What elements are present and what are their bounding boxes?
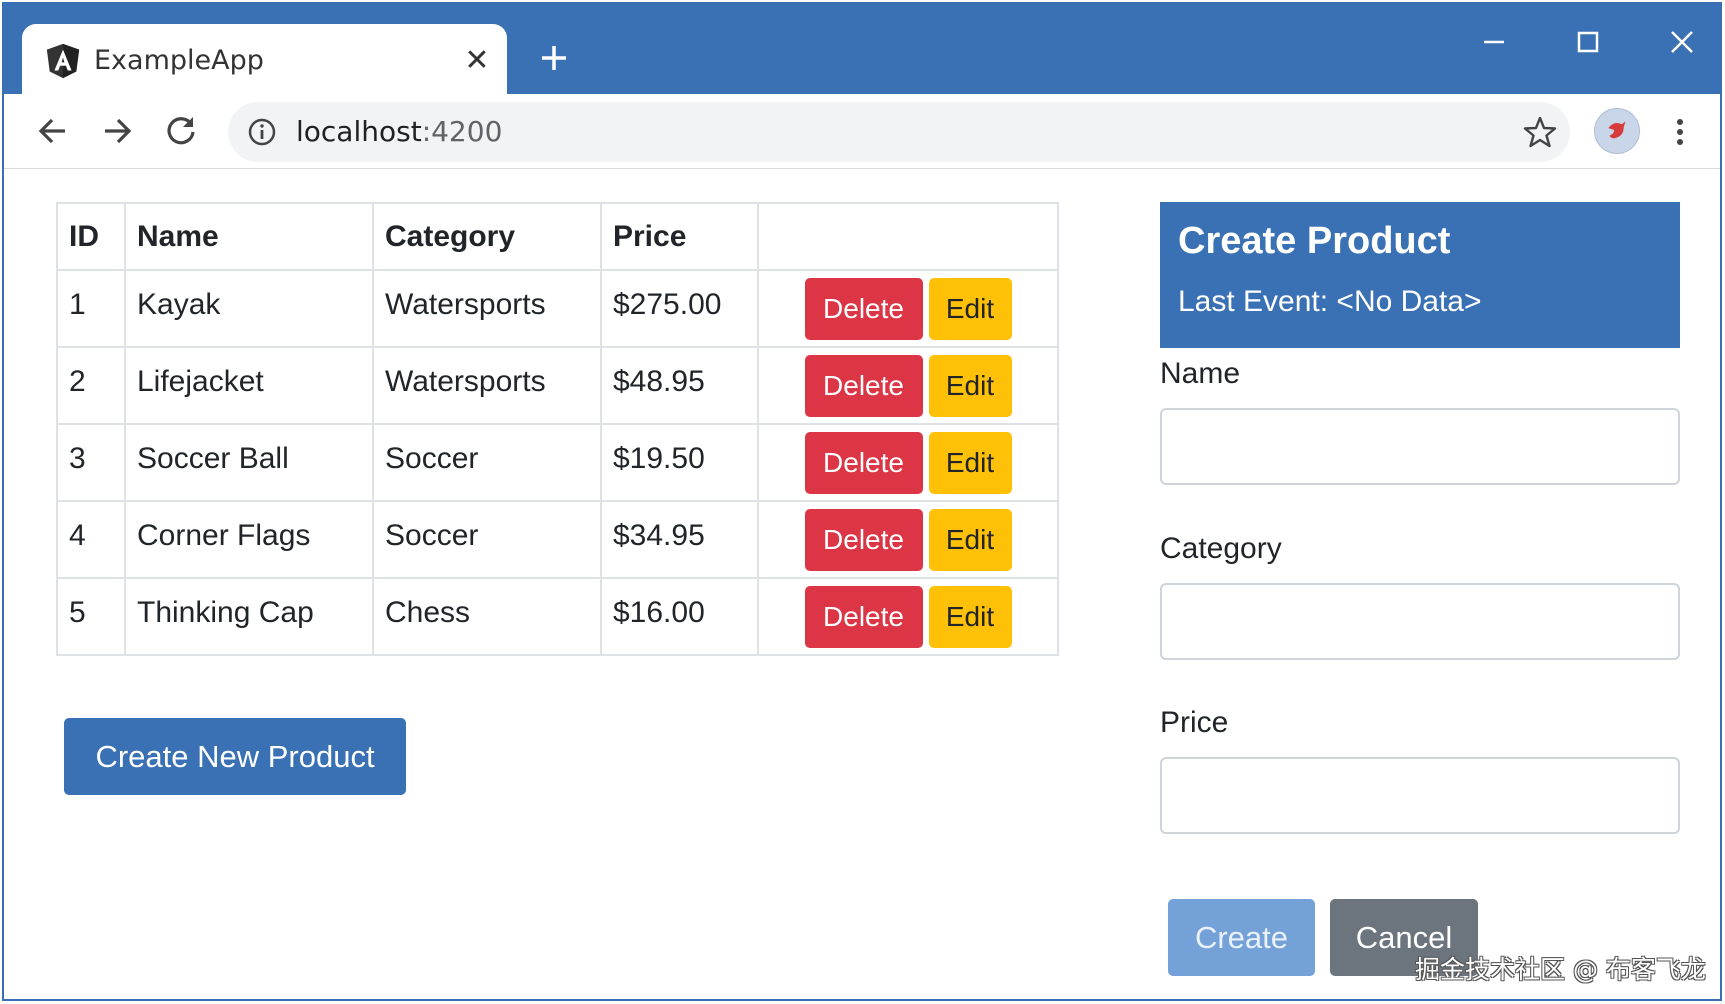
cell-actions: Delete Edit <box>757 500 1059 579</box>
cell-price: $19.50 <box>600 423 759 502</box>
kebab-menu-icon[interactable] <box>1668 112 1692 152</box>
edit-button[interactable]: Edit <box>928 431 1012 494</box>
edit-button[interactable]: Edit <box>928 508 1012 571</box>
delete-button[interactable]: Delete <box>804 585 923 648</box>
table-row: 2 Lifejacket Watersports $48.95 Delete Ed… <box>56 346 1059 425</box>
create-button[interactable]: Create <box>1168 899 1315 976</box>
cell-category: Watersports <box>372 269 602 348</box>
maximize-icon[interactable] <box>1558 22 1618 62</box>
minimize-icon[interactable] <box>1464 22 1524 62</box>
header-category: Category <box>372 202 602 271</box>
back-arrow-icon[interactable] <box>32 110 74 152</box>
address-bar[interactable]: localhost:4200 <box>228 102 1570 162</box>
header-price: Price <box>600 202 759 271</box>
cell-price: $34.95 <box>600 500 759 579</box>
browser-tab[interactable]: ExampleApp ✕ <box>22 24 507 96</box>
category-field[interactable] <box>1160 583 1680 660</box>
close-icon[interactable] <box>1652 22 1712 62</box>
create-new-product-button[interactable]: Create New Product <box>64 718 406 795</box>
create-product-panel: Create Product Last Event: <No Data> Nam… <box>1160 202 1680 976</box>
products-table: ID Name Category Price 1 Kayak Waterspor… <box>56 202 1059 656</box>
plus-icon[interactable] <box>534 38 574 78</box>
angular-icon <box>46 43 80 79</box>
panel-header: Create Product Last Event: <No Data> <box>1160 202 1680 348</box>
table-row: 3 Soccer Ball Soccer $19.50 Delete Edit <box>56 423 1059 502</box>
edit-button[interactable]: Edit <box>928 354 1012 417</box>
cell-name: Thinking Cap <box>124 577 374 656</box>
profile-avatar-icon[interactable] <box>1594 108 1640 154</box>
price-field[interactable] <box>1160 757 1680 834</box>
cell-category: Chess <box>372 577 602 656</box>
url-host: localhost <box>296 115 422 148</box>
page-content: ID Name Category Price 1 Kayak Waterspor… <box>4 169 1720 999</box>
last-event-text: Last Event: <No Data> <box>1178 285 1482 318</box>
header-name: Name <box>124 202 374 271</box>
table-row: 1 Kayak Watersports $275.00 Delete Edit <box>56 269 1059 348</box>
cell-category: Soccer <box>372 500 602 579</box>
cell-category: Soccer <box>372 423 602 502</box>
table-header-row: ID Name Category Price <box>56 202 1059 271</box>
cell-actions: Delete Edit <box>757 423 1059 502</box>
bird-icon <box>1608 121 1626 139</box>
cell-name: Lifejacket <box>124 346 374 425</box>
delete-button[interactable]: Delete <box>804 277 923 340</box>
browser-titlebar: ExampleApp ✕ <box>4 4 1720 96</box>
browser-toolbar: localhost:4200 <box>4 94 1720 169</box>
cell-price: $16.00 <box>600 577 759 656</box>
browser-window: ExampleApp ✕ localhost:4200 ID Name Cate… <box>2 2 1722 1001</box>
cell-id: 5 <box>56 577 126 656</box>
name-label: Name <box>1160 357 1241 390</box>
star-icon[interactable] <box>1522 114 1558 150</box>
category-label: Category <box>1160 532 1282 565</box>
delete-button[interactable]: Delete <box>804 431 923 494</box>
cell-name: Corner Flags <box>124 500 374 579</box>
info-icon[interactable] <box>246 116 278 148</box>
panel-title: Create Product <box>1178 220 1451 262</box>
cell-actions: Delete Edit <box>757 346 1059 425</box>
reload-icon[interactable] <box>160 110 202 152</box>
cell-id: 3 <box>56 423 126 502</box>
forward-arrow-icon[interactable] <box>96 110 138 152</box>
header-id: ID <box>56 202 126 271</box>
cell-actions: Delete Edit <box>757 577 1059 656</box>
cell-id: 4 <box>56 500 126 579</box>
header-actions <box>757 202 1059 271</box>
watermark: 掘金技术社区 @ 布客飞龙 <box>1415 955 1706 984</box>
edit-button[interactable]: Edit <box>928 277 1012 340</box>
tab-close-icon[interactable]: ✕ <box>462 42 492 80</box>
cell-price: $48.95 <box>600 346 759 425</box>
name-field[interactable] <box>1160 408 1680 485</box>
cell-id: 2 <box>56 346 126 425</box>
address-url: localhost:4200 <box>296 102 502 162</box>
cell-id: 1 <box>56 269 126 348</box>
delete-button[interactable]: Delete <box>804 354 923 417</box>
cell-actions: Delete Edit <box>757 269 1059 348</box>
table-row: 5 Thinking Cap Chess $16.00 Delete Edit <box>56 577 1059 656</box>
cell-name: Soccer Ball <box>124 423 374 502</box>
tab-title: ExampleApp <box>94 45 264 76</box>
cell-price: $275.00 <box>600 269 759 348</box>
cell-name: Kayak <box>124 269 374 348</box>
edit-button[interactable]: Edit <box>928 585 1012 648</box>
url-port: :4200 <box>421 115 503 148</box>
price-label: Price <box>1160 706 1229 739</box>
delete-button[interactable]: Delete <box>804 508 923 571</box>
table-row: 4 Corner Flags Soccer $34.95 Delete Edit <box>56 500 1059 579</box>
cell-category: Watersports <box>372 346 602 425</box>
